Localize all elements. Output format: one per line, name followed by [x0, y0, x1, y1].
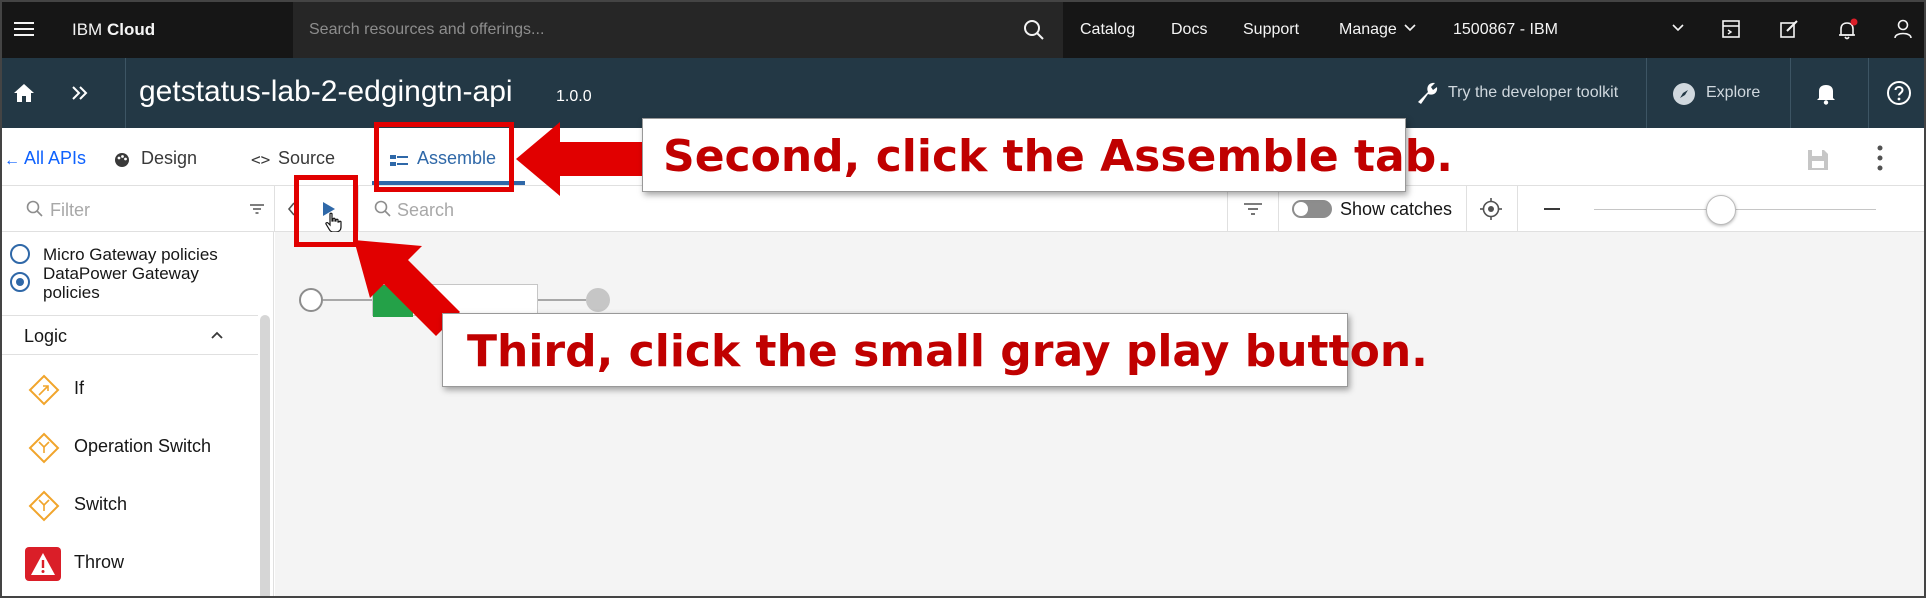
policy-palette: Micro Gateway policies DataPower Gateway…: [2, 232, 274, 596]
policy-label: Operation Switch: [74, 436, 212, 456]
hamburger-icon[interactable]: [12, 18, 36, 42]
divider: [1227, 186, 1228, 232]
chevron-up-icon[interactable]: [210, 330, 224, 340]
global-search-input[interactable]: Search resources and offerings...: [309, 21, 544, 39]
bell-icon[interactable]: [1814, 80, 1838, 106]
api-title: getstatus-lab-2-edgingtn-api: [139, 75, 513, 108]
divider: [125, 58, 126, 128]
ibm-cloud-header: IBM Cloud Search resources and offerings…: [2, 2, 1924, 58]
brand-prefix: IBM: [72, 20, 103, 39]
developer-toolkit-link[interactable]: Try the developer toolkit: [1448, 84, 1618, 102]
save-icon[interactable]: [1806, 148, 1830, 172]
search-icon[interactable]: [1023, 19, 1045, 41]
divider: [1517, 186, 1518, 232]
nav-manage[interactable]: Manage: [1339, 21, 1397, 39]
edit-icon[interactable]: [1778, 18, 1802, 42]
policy-label: Switch: [74, 494, 128, 514]
policy-operation-switch[interactable]: Operation Switch: [2, 420, 258, 476]
divider: [1646, 58, 1647, 128]
search-icon: [26, 200, 44, 218]
highlight-assemble-tab: [374, 122, 514, 192]
explore-link[interactable]: Explore: [1706, 84, 1760, 102]
divider: [358, 186, 359, 232]
radio-micro-gateway-label: Micro Gateway policies: [43, 245, 218, 264]
show-catches-toggle[interactable]: [1292, 200, 1332, 218]
policy-filter-input[interactable]: Filter: [50, 200, 90, 221]
flow-start-node: [299, 288, 323, 312]
policy-label: Throw: [74, 552, 125, 572]
filter-icon[interactable]: [248, 200, 266, 218]
all-apis-link[interactable]: All APIs: [24, 148, 86, 169]
nav-support[interactable]: Support: [1243, 21, 1299, 39]
zoom-out-icon[interactable]: [1544, 208, 1560, 210]
chevron-down-icon[interactable]: [1670, 20, 1694, 44]
locate-icon[interactable]: [1479, 197, 1503, 221]
divider: [1278, 186, 1279, 232]
highlight-play-button: [294, 175, 358, 247]
canvas-search-input[interactable]: Search: [397, 200, 454, 221]
compass-icon[interactable]: [1672, 82, 1696, 106]
arrow-left-icon[interactable]: ←: [4, 152, 20, 170]
code-icon: <>: [251, 150, 271, 169]
callout-third-step: Third, click the small gray play button.: [442, 313, 1428, 387]
account-switcher[interactable]: 1500867 - IBM: [1453, 21, 1558, 39]
expand-nav-icon[interactable]: [70, 84, 90, 102]
switch-icon: [28, 432, 60, 464]
policy-throw[interactable]: Throw: [2, 536, 258, 592]
radio-micro-gateway[interactable]: [10, 244, 30, 264]
nav-catalog[interactable]: Catalog: [1080, 21, 1135, 39]
if-icon: [28, 374, 60, 406]
filter-icon[interactable]: [1242, 198, 1264, 220]
logic-section-title: Logic: [24, 326, 68, 346]
tab-design[interactable]: Design: [141, 148, 197, 169]
chevron-down-icon[interactable]: [1402, 20, 1426, 44]
cost-estimator-icon[interactable]: [1720, 18, 1744, 42]
assemble-toolbar: Filter Search Show catches: [2, 186, 1924, 233]
api-version: 1.0.0: [556, 88, 592, 105]
flow-end-node: [586, 288, 610, 312]
wrench-icon[interactable]: [1414, 80, 1442, 106]
policy-switch[interactable]: Switch: [2, 478, 258, 534]
nav-docs[interactable]: Docs: [1171, 21, 1207, 39]
global-search[interactable]: Search resources and offerings...: [293, 2, 1063, 58]
divider: [1466, 186, 1467, 232]
arrow-left-icon: [516, 122, 644, 196]
logic-section-header[interactable]: Logic: [2, 315, 258, 355]
show-catches-label: Show catches: [1340, 199, 1453, 219]
radio-datapower-label-line1: DataPower Gateway: [43, 264, 199, 283]
zoom-slider-handle[interactable]: [1705, 195, 1736, 225]
divider: [1790, 58, 1791, 128]
callout-second-step: Second, click the Assemble tab.: [642, 118, 1453, 192]
policy-label: If: [74, 378, 85, 398]
help-icon[interactable]: [1886, 80, 1912, 106]
home-icon[interactable]: [12, 82, 36, 104]
palette-icon: [114, 152, 130, 168]
divider: [1868, 58, 1869, 128]
divider: [274, 186, 275, 232]
radio-datapower-gateway[interactable]: [10, 272, 30, 292]
radio-datapower-label-line2: policies: [43, 283, 100, 302]
notification-icon[interactable]: [1835, 18, 1859, 42]
switch-icon: [28, 490, 60, 522]
app-window: IBM Cloud Search resources and offerings…: [0, 0, 1926, 598]
brand-logo[interactable]: IBM Cloud: [72, 20, 155, 40]
policy-if[interactable]: If: [2, 362, 258, 418]
user-icon[interactable]: [1892, 18, 1916, 42]
flow-connector: [538, 299, 586, 301]
brand-suffix: Cloud: [106, 20, 156, 39]
sidebar-scrollbar[interactable]: [260, 315, 270, 596]
throw-icon: [24, 546, 61, 581]
tab-source[interactable]: Source: [278, 148, 335, 169]
search-icon: [374, 200, 392, 218]
overflow-menu-icon[interactable]: [1876, 144, 1884, 172]
